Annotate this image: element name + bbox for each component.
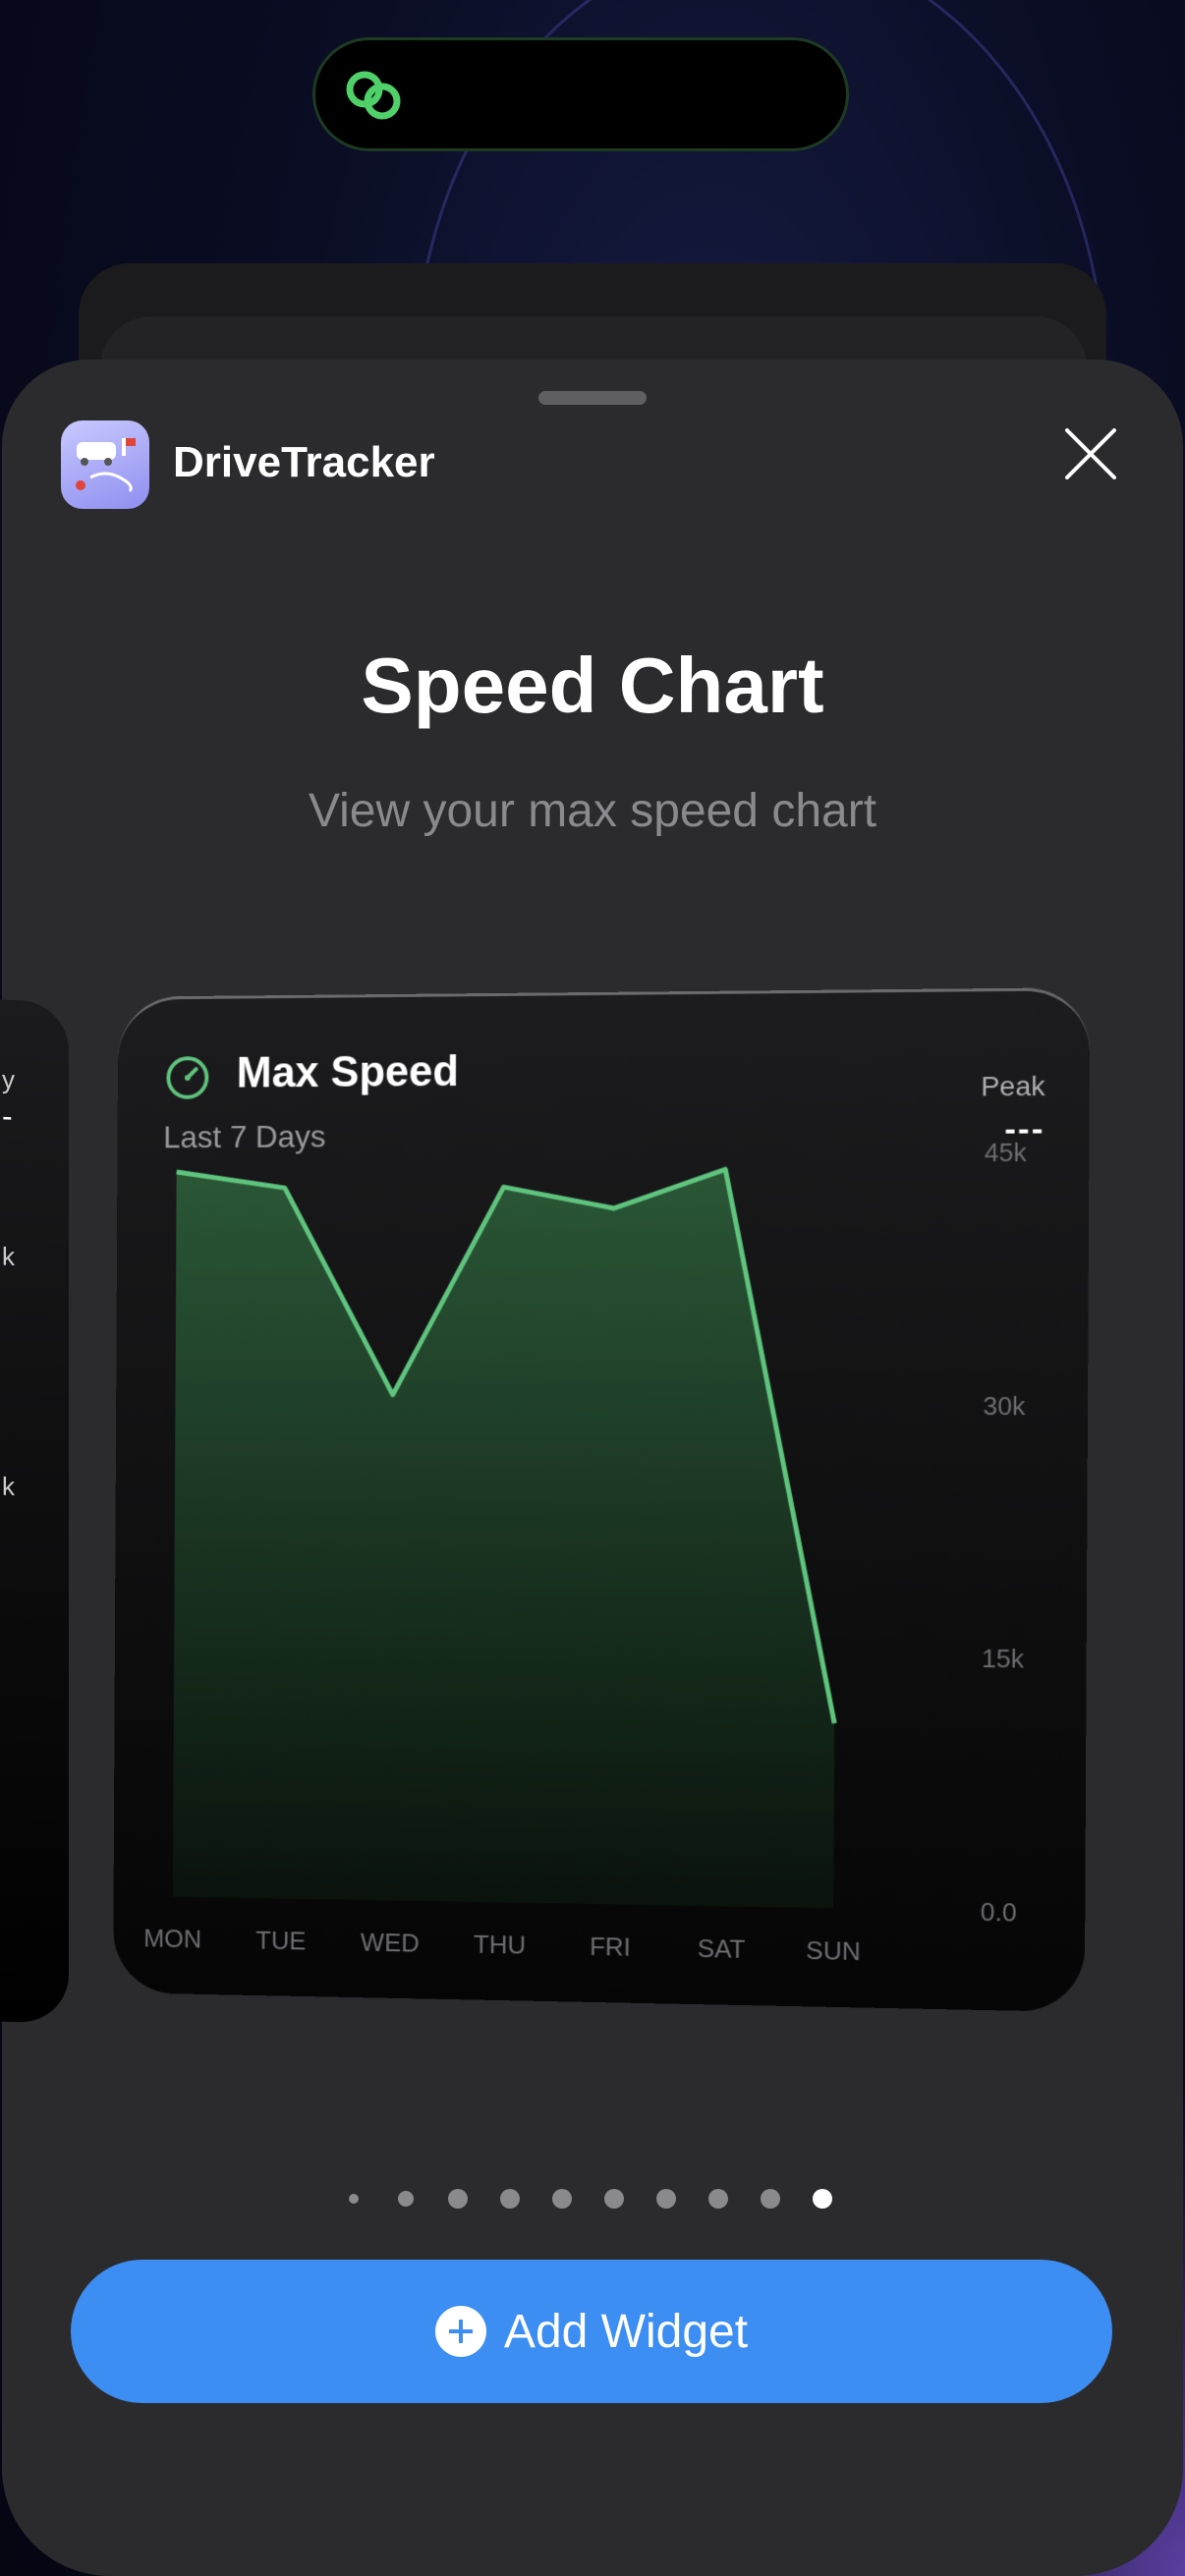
- link-icon: [346, 71, 401, 120]
- close-icon: [1065, 428, 1116, 479]
- x-tick-label: THU: [474, 1932, 526, 1960]
- x-tick-label: SAT: [698, 1935, 746, 1964]
- speed-area-chart: 0.0 15k 30k 45k MON TUE WED THU FRI SAT SUN: [143, 1139, 1027, 1966]
- x-tick-label: SUN: [806, 1937, 861, 1966]
- page-dot[interactable]: [604, 2189, 624, 2209]
- add-widget-button[interactable]: Add Widget: [71, 2260, 1112, 2403]
- page-indicator[interactable]: [344, 2189, 845, 2220]
- app-name: DriveTracker: [173, 438, 435, 486]
- y-tick-label: 0.0: [981, 1898, 1017, 1927]
- page-dot[interactable]: [708, 2189, 728, 2209]
- dynamic-island[interactable]: [312, 37, 849, 151]
- x-tick-label: MON: [143, 1925, 201, 1953]
- side-k2: k: [2, 1471, 15, 1501]
- page-dot[interactable]: [500, 2189, 520, 2209]
- sheet-title: Speed Chart: [361, 642, 824, 729]
- plus-circle-icon: [434, 2306, 486, 2357]
- page-dot[interactable]: [761, 2189, 780, 2209]
- page-dot[interactable]: [813, 2189, 832, 2209]
- y-tick-label: 15k: [982, 1646, 1024, 1674]
- sheet-grabber[interactable]: [538, 391, 647, 405]
- side-k1: k: [2, 1241, 15, 1271]
- close-button[interactable]: [1059, 422, 1122, 485]
- page-dot[interactable]: [448, 2189, 468, 2209]
- y-tick-label: 30k: [983, 1392, 1025, 1421]
- page-dot[interactable]: [552, 2189, 572, 2209]
- y-tick-label: 45k: [985, 1139, 1027, 1167]
- area-fill: [172, 1168, 838, 1909]
- sheet-subtitle: View your max speed chart: [308, 785, 877, 837]
- side-dash: -: [2, 1097, 13, 1134]
- app-icon: [61, 420, 149, 509]
- page-dot[interactable]: [398, 2191, 414, 2207]
- x-tick-label: WED: [361, 1930, 420, 1958]
- page-dot[interactable]: [656, 2189, 676, 2209]
- side-peak-char: y: [2, 1064, 15, 1094]
- x-tick-label: FRI: [590, 1933, 631, 1962]
- previous-widget-preview[interactable]: y - k k: [0, 998, 69, 2024]
- page-dot[interactable]: [349, 2194, 359, 2204]
- max-speed-widget-preview[interactable]: Max Speed Last 7 Days Peak --- 0.0 15k 30k…: [113, 987, 1091, 2013]
- add-widget-label: Add Widget: [503, 2305, 749, 2358]
- x-tick-label: TUE: [255, 1928, 306, 1956]
